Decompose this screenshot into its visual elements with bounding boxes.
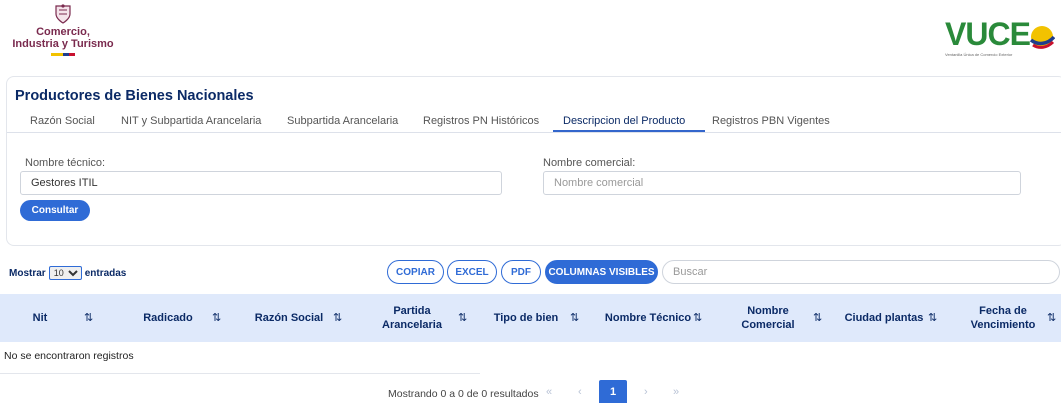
pdf-button[interactable]: PDF <box>501 260 541 284</box>
nombre-tecnico-input[interactable] <box>20 171 502 195</box>
mostrar-label: Mostrar <box>9 267 46 279</box>
columnas-visibles-button[interactable]: COLUMNAS VISIBLES <box>545 260 658 284</box>
col-ciudad-plantas[interactable]: Ciudad plantas <box>843 294 925 342</box>
vuce-swoosh-icon <box>1029 26 1055 49</box>
tab-bar: Razón Social NIT y Subpartida Arancelari… <box>7 111 1061 133</box>
tab-subpartida[interactable]: Subpartida Arancelaria <box>287 115 398 127</box>
col-partida-arancelaria[interactable]: Partida Arancelaria <box>380 294 444 342</box>
empty-table-message: No se encontraron registros <box>4 350 134 362</box>
tab-razon-social[interactable]: Razón Social <box>30 115 95 127</box>
nombre-comercial-label: Nombre comercial: <box>543 157 636 169</box>
active-tab-indicator <box>553 130 705 132</box>
top-header: Comercio, Industria y Turismo VUCE Venta… <box>0 0 1061 74</box>
tab-registros-historicos[interactable]: Registros PN Históricos <box>423 115 539 127</box>
sort-icon[interactable]: ⇅ <box>84 311 93 324</box>
col-fecha-vencimiento[interactable]: Fecha de Vencimiento <box>968 294 1038 342</box>
sort-icon[interactable]: ⇅ <box>813 311 822 324</box>
col-nombre-comercial[interactable]: Nombre Comercial <box>738 294 798 342</box>
page-1-button[interactable]: 1 <box>599 380 627 403</box>
ministry-line-2: Industria y Turismo <box>12 38 114 50</box>
row-divider <box>0 373 480 374</box>
sort-icon[interactable]: ⇅ <box>1047 311 1056 324</box>
tab-nit-subpartida[interactable]: NIT y Subpartida Arancelaria <box>121 115 261 127</box>
tab-registros-vigentes[interactable]: Registros PBN Vigentes <box>712 115 830 127</box>
pagination-info: Mostrando 0 a 0 de 0 resultados <box>388 388 539 400</box>
col-radicado[interactable]: Radicado <box>138 294 198 342</box>
consultar-button[interactable]: Consultar <box>20 200 90 221</box>
vuce-subtitle: Ventanilla Única de Comercio Exterior <box>945 52 1013 57</box>
nombre-tecnico-label: Nombre técnico: <box>25 157 106 169</box>
entries-selector: Mostrar 10 entradas <box>9 266 126 280</box>
sort-icon[interactable]: ⇅ <box>333 311 342 324</box>
col-nombre-tecnico[interactable]: Nombre Técnico <box>604 294 692 342</box>
page-title: Productores de Bienes Nacionales <box>15 88 254 104</box>
entries-select[interactable]: 10 <box>48 266 82 280</box>
tab-descripcion-producto[interactable]: Descripcion del Producto <box>563 115 685 127</box>
sort-icon[interactable]: ⇅ <box>928 311 937 324</box>
search-input[interactable] <box>662 260 1060 284</box>
copiar-button[interactable]: COPIAR <box>387 260 444 284</box>
nombre-comercial-input[interactable] <box>543 171 1021 195</box>
entradas-label: entradas <box>84 267 127 279</box>
sort-icon[interactable]: ⇅ <box>212 311 221 324</box>
col-razon-social[interactable]: Razón Social <box>254 294 324 342</box>
vuce-logo: VUCE Ventanilla Única de Comercio Exteri… <box>945 18 1055 58</box>
sort-icon[interactable]: ⇅ <box>458 311 467 324</box>
prev-page-icon[interactable]: ‹ <box>578 386 582 398</box>
ministry-logo: Comercio, Industria y Turismo <box>8 4 118 66</box>
last-page-icon[interactable]: » <box>673 386 679 398</box>
first-page-icon[interactable]: « <box>546 386 552 398</box>
ministry-line-1: Comercio, <box>36 26 90 38</box>
ministry-name: Comercio, Industria y Turismo <box>8 26 118 50</box>
col-nit[interactable]: Nit <box>24 294 56 342</box>
flag-bar <box>51 53 75 56</box>
col-tipo-bien[interactable]: Tipo de bien <box>492 294 560 342</box>
sort-icon[interactable]: ⇅ <box>570 311 579 324</box>
sort-icon[interactable]: ⇅ <box>693 311 702 324</box>
search-card: Productores de Bienes Nacionales Razón S… <box>6 76 1061 246</box>
table-header: Nit ⇅ Radicado ⇅ Razón Social ⇅ Partida … <box>0 294 1061 342</box>
excel-button[interactable]: EXCEL <box>447 260 497 284</box>
coat-of-arms-icon <box>55 4 71 24</box>
next-page-icon[interactable]: › <box>644 386 648 398</box>
